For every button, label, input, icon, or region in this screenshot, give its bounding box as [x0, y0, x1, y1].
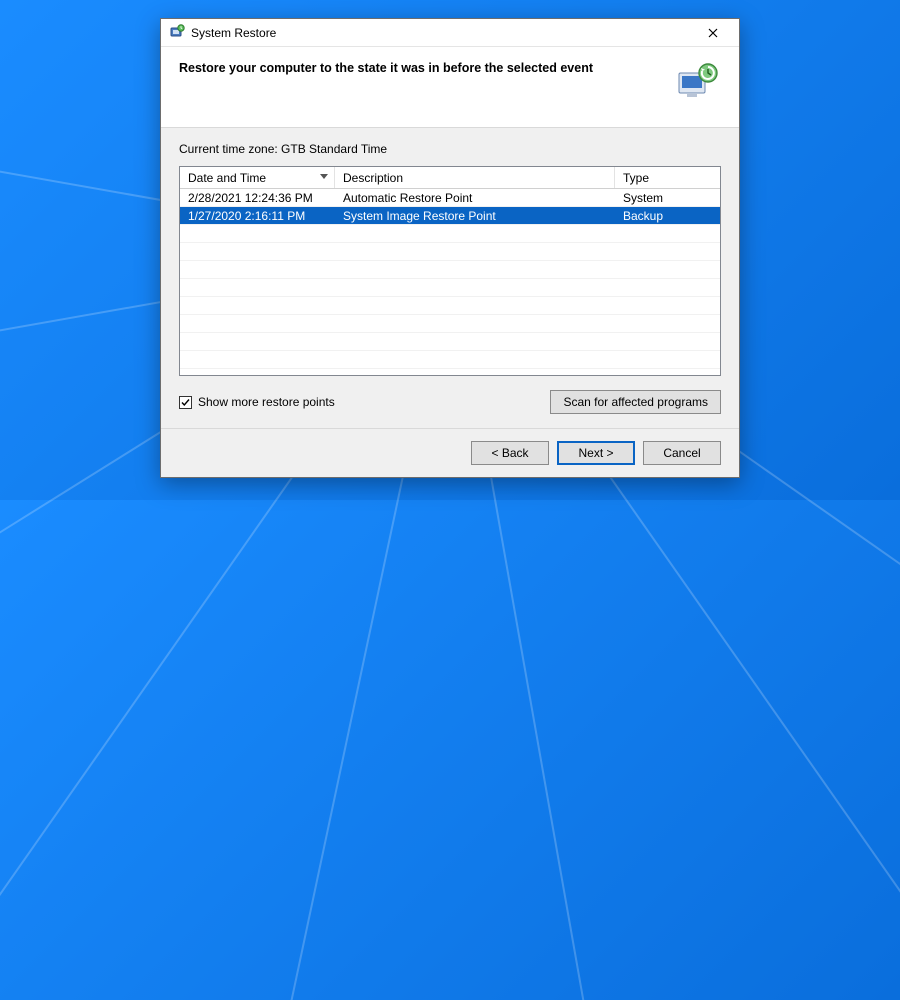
- show-more-checkbox[interactable]: Show more restore points: [179, 395, 335, 409]
- checkmark-icon: [180, 397, 191, 408]
- close-icon: [708, 28, 718, 38]
- cell-type: System: [615, 191, 720, 205]
- table-empty-row: [180, 333, 720, 351]
- cell-description: Automatic Restore Point: [335, 191, 615, 205]
- table-body: 2/28/2021 12:24:36 PMAutomatic Restore P…: [180, 189, 720, 375]
- table-empty-row: [180, 261, 720, 279]
- column-type-label: Type: [623, 171, 649, 185]
- column-date[interactable]: Date and Time: [180, 167, 335, 188]
- scan-affected-button[interactable]: Scan for affected programs: [550, 390, 721, 414]
- table-empty-row: [180, 315, 720, 333]
- close-button[interactable]: [691, 19, 735, 47]
- restore-icon: [675, 61, 721, 101]
- titlebar: System Restore: [161, 19, 739, 47]
- next-button[interactable]: Next >: [557, 441, 635, 465]
- system-restore-window: System Restore Restore your computer to …: [160, 18, 740, 478]
- table-row[interactable]: 1/27/2020 2:16:11 PMSystem Image Restore…: [180, 207, 720, 225]
- checkbox-box: [179, 396, 192, 409]
- table-row[interactable]: 2/28/2021 12:24:36 PMAutomatic Restore P…: [180, 189, 720, 207]
- table-empty-row: [180, 243, 720, 261]
- back-button[interactable]: < Back: [471, 441, 549, 465]
- cancel-button[interactable]: Cancel: [643, 441, 721, 465]
- cell-type: Backup: [615, 209, 720, 223]
- table-empty-row: [180, 225, 720, 243]
- cell-date: 2/28/2021 12:24:36 PM: [180, 191, 335, 205]
- app-icon: [169, 23, 185, 42]
- table-empty-row: [180, 297, 720, 315]
- column-description-label: Description: [343, 171, 403, 185]
- column-type[interactable]: Type: [615, 167, 720, 188]
- wizard-body: Current time zone: GTB Standard Time Dat…: [161, 128, 739, 428]
- table-empty-row: [180, 279, 720, 297]
- column-date-label: Date and Time: [188, 171, 266, 185]
- column-description[interactable]: Description: [335, 167, 615, 188]
- window-title: System Restore: [191, 26, 691, 40]
- table-header: Date and Time Description Type: [180, 167, 720, 189]
- cell-date: 1/27/2020 2:16:11 PM: [180, 209, 335, 223]
- wizard-header: Restore your computer to the state it wa…: [161, 47, 739, 128]
- wizard-footer: < Back Next > Cancel: [161, 428, 739, 477]
- restore-points-table: Date and Time Description Type 2/28/2021…: [179, 166, 721, 376]
- show-more-label: Show more restore points: [198, 395, 335, 409]
- cell-description: System Image Restore Point: [335, 209, 615, 223]
- table-empty-row: [180, 351, 720, 369]
- timezone-label: Current time zone: GTB Standard Time: [179, 142, 721, 156]
- sort-desc-icon: [320, 174, 328, 179]
- table-empty-row: [180, 369, 720, 375]
- wizard-heading: Restore your computer to the state it wa…: [179, 61, 675, 75]
